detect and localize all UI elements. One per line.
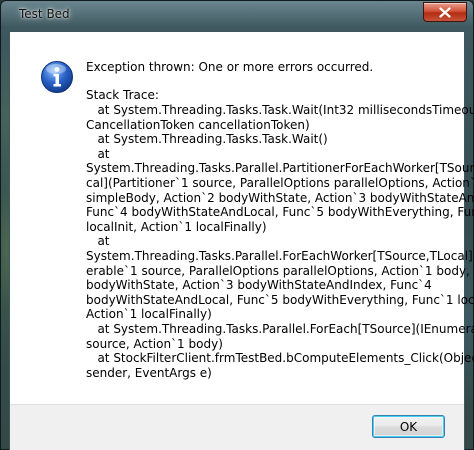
stack-trace-line: localInit, Action`1 localFinally) <box>86 219 267 234</box>
stack-trace-line: at <box>86 234 110 249</box>
close-button[interactable] <box>423 2 467 22</box>
stack-trace-label: Stack Trace: <box>86 88 159 102</box>
stack-trace-line: sender, EventArgs e) <box>86 365 212 380</box>
stack-trace-line: at System.Threading.Tasks.Task.Wait() <box>86 132 328 147</box>
stack-trace-line: Action`1 localFinally) <box>86 307 212 322</box>
dialog-button-bar: OK <box>10 404 464 450</box>
stack-trace-line: source, Action`1 body) <box>86 336 223 351</box>
error-message: Exception thrown: One or more errors occ… <box>86 60 374 74</box>
window-title: Test Bed <box>19 7 70 21</box>
ok-button[interactable]: OK <box>372 415 445 438</box>
desktop-background: Test Bed Exception thrown: One or more e… <box>0 0 474 450</box>
stack-trace-line: at System.Threading.Tasks.Task.Wait(Int3… <box>86 103 474 117</box>
stack-trace-line: at <box>86 146 110 161</box>
stack-trace-line: erable`1 source, ParallelOptions paralle… <box>86 263 474 278</box>
stack-trace-line: bodyWithState, Action`3 bodyWithStateAnd… <box>86 278 432 293</box>
title-bar[interactable]: Test Bed <box>1 1 473 31</box>
stack-trace-line: bodyWithStateAndLocal, Func`5 bodyWithEv… <box>86 292 474 307</box>
close-icon <box>439 6 451 18</box>
stack-trace-line: Func`4 bodyWithStateAndLocal, Func`5 bod… <box>86 205 474 220</box>
stack-trace-line: CancellationToken cancellationToken) <box>86 117 310 132</box>
stack-trace-text: at System.Threading.Tasks.Task.Wait(Int3… <box>86 103 474 380</box>
stack-trace-line: at StockFilterClient.frmTestBed.bCompute… <box>86 351 474 366</box>
stack-trace-line: System.Threading.Tasks.Parallel.Partitio… <box>86 161 474 176</box>
stack-trace-line: simpleBody, Action`2 bodyWithState, Acti… <box>86 190 474 205</box>
stack-trace-line: at System.Threading.Tasks.Parallel.ForEa… <box>86 321 474 336</box>
stack-trace-line: System.Threading.Tasks.Parallel.ForEachW… <box>86 248 474 263</box>
stack-trace-line: cal](Partitioner`1 source, ParallelOptio… <box>86 175 474 190</box>
info-icon <box>41 61 73 93</box>
dialog-client-area: Exception thrown: One or more errors occ… <box>9 31 474 450</box>
message-dialog-window: Test Bed Exception thrown: One or more e… <box>0 0 474 450</box>
